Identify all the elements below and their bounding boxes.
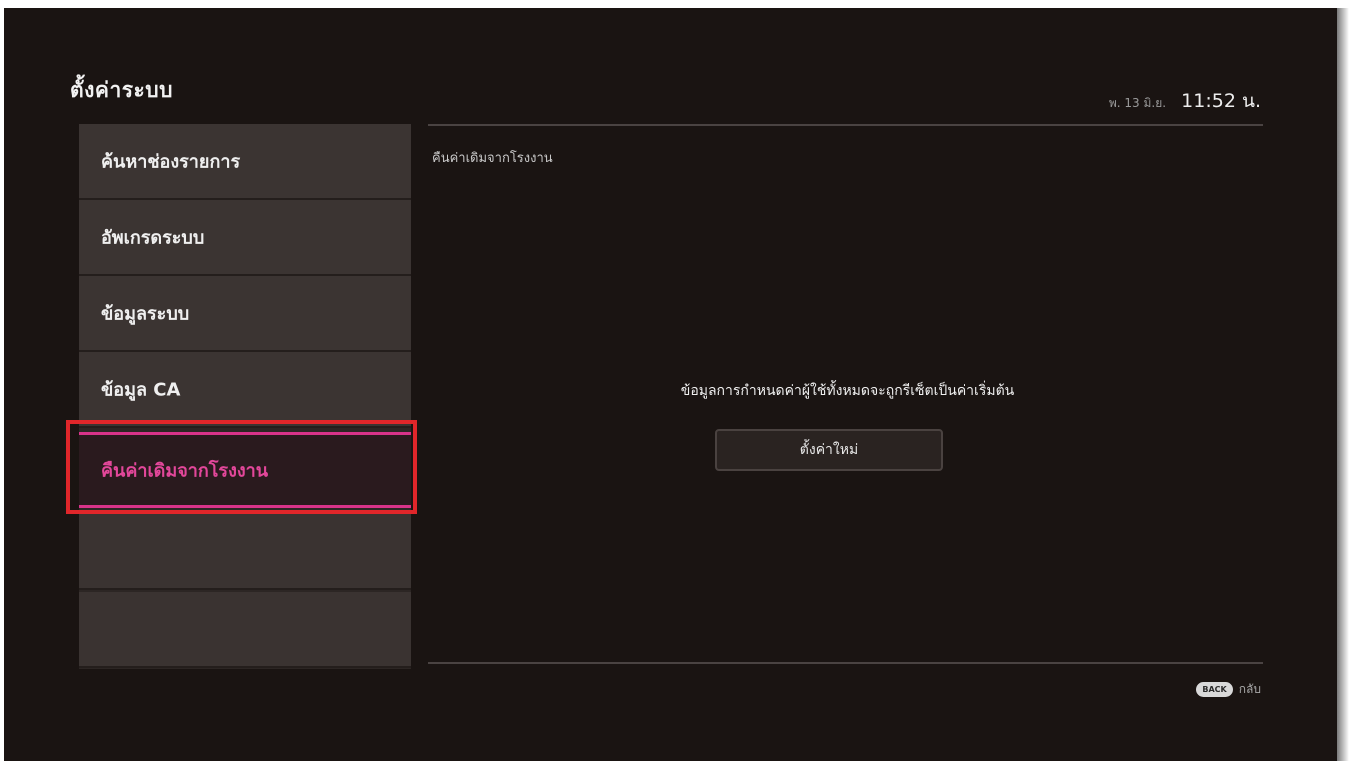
section-label: คืนค่าเดิมจากโรงงาน	[432, 151, 553, 166]
reset-button[interactable]: ตั้งค่าใหม่	[715, 429, 943, 471]
sidebar-item-ca-info[interactable]: ข้อมูล CA	[79, 352, 411, 428]
sidebar-item-label: ค้นหาช่องรายการ	[101, 151, 241, 173]
header-divider	[428, 124, 1263, 126]
page-title: ตั้งค่าระบบ	[70, 78, 173, 102]
sidebar-item-label: ข้อมูลระบบ	[101, 303, 190, 325]
sidebar-item-empty	[79, 592, 411, 668]
screen-edge-shadow	[1337, 8, 1349, 761]
date-label: พ. 13 มิ.ย.	[1108, 96, 1167, 110]
reset-warning-message: ข้อมูลการกำหนดค่าผู้ใช้ทั้งหมดจะถูกรีเซ็…	[680, 383, 1015, 399]
footer-divider	[428, 662, 1263, 664]
sidebar-item-channel-search[interactable]: ค้นหาช่องรายการ	[79, 124, 411, 200]
sidebar-item-system-info[interactable]: ข้อมูลระบบ	[79, 276, 411, 352]
back-hint[interactable]: BACK กลับ	[1196, 680, 1261, 699]
settings-sidebar: ค้นหาช่องรายการ อัพเกรดระบบ ข้อมูลระบบ ข…	[79, 124, 411, 669]
datetime-display: พ. 13 มิ.ย. 11:52 น.	[1109, 86, 1261, 116]
sidebar-item-system-upgrade[interactable]: อัพเกรดระบบ	[79, 200, 411, 276]
back-key-icon: BACK	[1196, 682, 1233, 697]
selection-highlight-box	[66, 420, 417, 514]
back-label: กลับ	[1238, 682, 1261, 696]
time-label: 11:52 น.	[1181, 90, 1261, 112]
sidebar-item-label: ข้อมูล CA	[101, 379, 181, 401]
settings-screen: ตั้งค่าระบบ พ. 13 มิ.ย. 11:52 น. ค้นหาช่…	[4, 8, 1337, 761]
sidebar-item-empty	[79, 514, 411, 590]
sidebar-item-label: อัพเกรดระบบ	[101, 227, 205, 249]
